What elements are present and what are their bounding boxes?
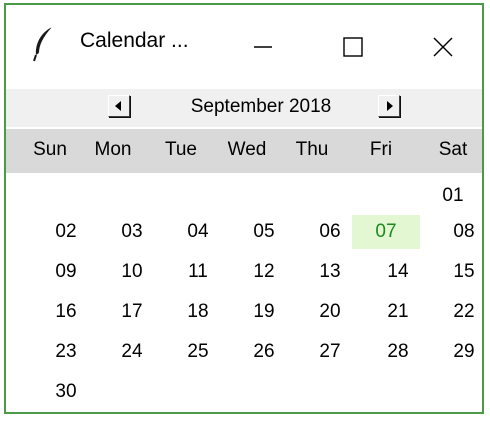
close-button[interactable] [410,5,476,89]
day-cell[interactable]: 13 [300,255,360,289]
day-cell[interactable]: 06 [300,215,360,249]
today-day-cell[interactable]: 07 [352,215,420,249]
next-month-button[interactable] [378,95,400,117]
weekday-label: Fri [369,139,393,160]
day-cell[interactable]: 18 [168,295,228,329]
calendar-grid: Sun Mon Tue Wed Thu Fri Sat 01 02 03 04 … [6,127,482,412]
weekday-label: Mon [94,139,132,160]
triangle-left-icon [115,101,121,111]
day-cell[interactable]: 14 [368,255,428,289]
close-icon [433,37,453,57]
day-cell[interactable]: 05 [234,215,294,249]
day-cell[interactable]: 09 [36,255,96,289]
day-cell[interactable]: 12 [234,255,294,289]
day-cell[interactable]: 29 [434,335,482,369]
day-cell[interactable]: 02 [36,215,96,249]
day-cell[interactable]: 10 [102,255,162,289]
day-cell[interactable]: 24 [102,335,162,369]
minimize-icon [254,46,272,48]
triangle-right-icon [387,101,393,111]
weekday-label: Thu [295,139,329,160]
day-cell[interactable]: 19 [234,295,294,329]
day-cell[interactable]: 04 [168,215,228,249]
weekday-label: Tue [164,139,198,160]
day-cell[interactable]: 25 [168,335,228,369]
window-title: Calendar ... [80,29,189,52]
day-cell[interactable]: 22 [434,295,482,329]
day-cell[interactable]: 03 [102,215,162,249]
day-cell[interactable]: 01 [423,179,482,213]
day-cell[interactable]: 21 [368,295,428,329]
maximize-icon [343,37,363,57]
maximize-button[interactable] [320,5,386,89]
title-bar[interactable]: Calendar ... [6,5,482,89]
weekday-label: Wed [227,139,267,160]
month-label: September 2018 [190,96,332,117]
day-cell[interactable]: 20 [300,295,360,329]
month-navigation: September 2018 [6,89,482,125]
minimize-button[interactable] [230,5,296,89]
day-cell[interactable]: 27 [300,335,360,369]
day-cell[interactable]: 17 [102,295,162,329]
day-cell[interactable]: 15 [434,255,482,289]
weekday-label: Sat [438,139,468,160]
day-cell[interactable]: 26 [234,335,294,369]
weekday-label: Sun [33,139,67,160]
calendar-window: Calendar ... September 2018 Sun Mon Tue … [4,3,484,414]
day-cell[interactable]: 11 [168,255,228,289]
day-cell[interactable]: 08 [434,215,482,249]
weekday-header: Sun Mon Tue Wed Thu Fri Sat [6,129,482,173]
previous-month-button[interactable] [108,95,130,117]
day-cell[interactable]: 30 [36,375,96,409]
day-cell[interactable]: 28 [368,335,428,369]
day-cell[interactable]: 16 [36,295,96,329]
feather-icon [33,26,53,62]
day-cell[interactable]: 23 [36,335,96,369]
